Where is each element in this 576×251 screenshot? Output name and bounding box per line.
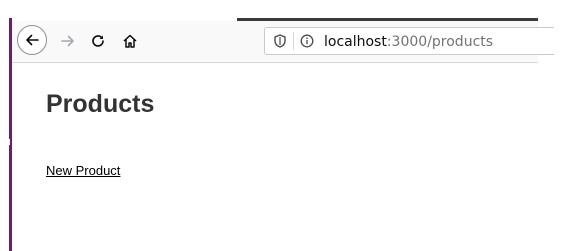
arrow-left-icon bbox=[26, 34, 39, 46]
forward-button[interactable] bbox=[53, 26, 83, 56]
page-title: Products bbox=[46, 90, 155, 118]
new-product-link[interactable]: New Product bbox=[46, 163, 120, 178]
url-bar[interactable]: localhost:3000/products bbox=[264, 27, 554, 55]
url-host: localhost bbox=[324, 34, 387, 50]
url-text[interactable]: localhost:3000/products bbox=[324, 34, 493, 50]
navigation-toolbar: localhost:3000/products bbox=[12, 21, 554, 63]
info-icon[interactable] bbox=[300, 34, 314, 48]
shield-icon[interactable] bbox=[273, 34, 287, 48]
back-button[interactable] bbox=[17, 25, 47, 55]
reload-icon bbox=[92, 35, 104, 47]
arrow-right-icon bbox=[61, 35, 74, 47]
reload-button[interactable] bbox=[83, 26, 113, 56]
home-icon bbox=[123, 34, 137, 48]
url-separator bbox=[293, 32, 294, 50]
border-notch bbox=[8, 139, 10, 145]
home-button[interactable] bbox=[115, 26, 145, 56]
url-path: :3000/products bbox=[386, 34, 494, 50]
page-content: Products New Product bbox=[12, 63, 538, 251]
browser-window: localhost:3000/products Products New Pro… bbox=[0, 0, 576, 251]
